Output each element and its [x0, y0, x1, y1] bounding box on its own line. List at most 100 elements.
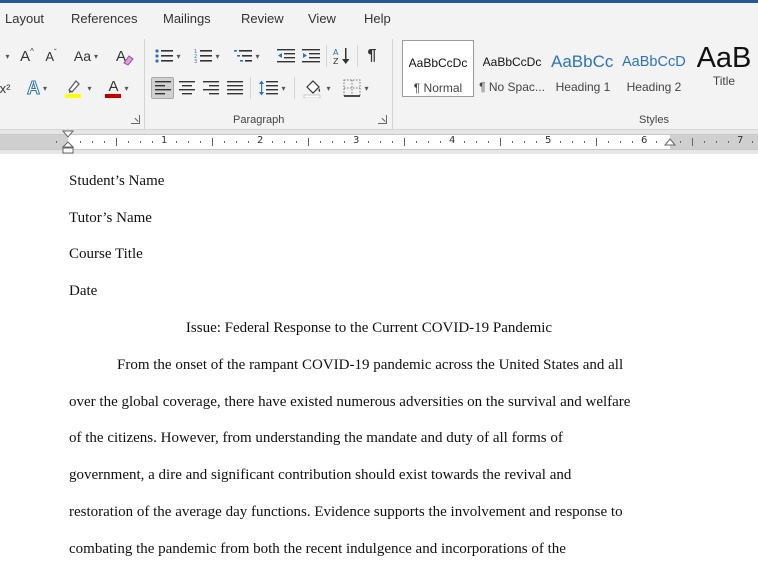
multilevel-list-icon	[234, 50, 253, 62]
ruler-tick	[116, 138, 117, 146]
ruler-tick	[140, 141, 141, 143]
ruler-tick	[404, 138, 405, 146]
paint-bucket-icon	[304, 80, 321, 98]
style-normal-preview: AaBbCcDc	[408, 56, 468, 70]
horizontal-ruler[interactable]: 1 2 3 4 5 6 7	[0, 134, 758, 150]
ruler-tick	[212, 138, 213, 146]
ruler-tick	[368, 141, 369, 143]
group-divider	[144, 39, 145, 129]
paragraph-group-label: Paragraph	[233, 114, 285, 126]
ruler-tick	[620, 141, 621, 143]
multilevel-list-button[interactable]: ▾	[230, 45, 264, 67]
font-color-button[interactable]: A ▾	[101, 77, 133, 99]
ruler-tick	[512, 141, 513, 143]
font-color-icon: A	[105, 79, 122, 98]
grow-font-icon: A	[20, 47, 31, 65]
shading-button[interactable]: ▾	[300, 77, 334, 99]
ruler-number: 4	[449, 135, 456, 146]
clear-formatting-icon: A	[116, 48, 134, 66]
tab-view[interactable]: View	[308, 11, 336, 26]
tab-layout[interactable]: Layout	[5, 11, 44, 26]
ruler-tick	[596, 138, 597, 146]
ruler-tick	[284, 141, 285, 143]
tab-mailings[interactable]: Mailings	[163, 11, 211, 26]
menu-bar: Layout References Mailings Review View H…	[0, 3, 758, 33]
decrease-indent-icon	[277, 49, 295, 63]
sort-button[interactable]: A Z	[331, 45, 353, 67]
ruler-tick	[320, 141, 321, 143]
ruler-tick	[272, 141, 273, 143]
paragraph-divider	[250, 77, 251, 99]
ruler-tick	[200, 141, 201, 143]
ruler-tick	[608, 141, 609, 143]
change-case-button[interactable]: Aa ▾	[70, 45, 102, 67]
style-title[interactable]: AaB Title	[690, 40, 758, 97]
ruler-tick	[344, 141, 345, 143]
align-left-button[interactable]	[151, 77, 174, 99]
justify-button[interactable]	[224, 77, 246, 99]
align-right-button[interactable]	[200, 77, 222, 99]
ruler-tick	[500, 138, 501, 146]
text-effects-icon: A	[26, 77, 40, 98]
align-center-button[interactable]	[176, 77, 198, 99]
highlight-color-button[interactable]: ▾	[61, 77, 95, 99]
ruler-number: 3	[353, 135, 360, 146]
ruler-tick	[704, 141, 705, 143]
font-dialog-launcher[interactable]	[131, 115, 140, 124]
document-page[interactable]: Student’s Name Tutor’s Name Course Title…	[0, 154, 758, 572]
grow-font-button[interactable]: A ^	[17, 45, 37, 67]
borders-button[interactable]: ▾	[338, 77, 374, 99]
align-right-icon	[203, 81, 219, 95]
indent-markers[interactable]	[62, 130, 74, 154]
justify-icon	[227, 81, 243, 95]
style-heading-1-preview: AaBbCc	[551, 52, 614, 71]
text-effects-button[interactable]: A ▾	[21, 77, 53, 99]
right-indent-marker[interactable]	[664, 136, 676, 150]
tab-review[interactable]: Review	[241, 11, 284, 26]
increase-indent-button[interactable]	[300, 45, 322, 67]
ruler-number: 7	[737, 135, 744, 146]
paragraph-line: over the global coverage, there have exi…	[69, 394, 631, 410]
shrink-font-button[interactable]: Aˇ	[41, 45, 61, 67]
clear-formatting-button[interactable]: A	[113, 45, 135, 67]
ruler-tick	[428, 141, 429, 143]
paragraph-line: government, a dire and significant contr…	[69, 467, 572, 483]
ruler-tick	[656, 141, 657, 143]
style-heading-2-preview: AaBbCcD	[622, 54, 686, 70]
show-formatting-marks-button[interactable]: ¶	[361, 45, 383, 67]
group-divider	[392, 39, 393, 129]
ribbon: ▾ A ^ Aˇ Aa ▾ A x² A ▾ ▾ A ▾ ▾ 1 2 3 ▾ ▾…	[0, 33, 758, 130]
paragraph-dialog-launcher[interactable]	[378, 115, 387, 124]
bullets-button[interactable]: ▾	[151, 45, 185, 67]
ruler-tick	[392, 141, 393, 143]
style-heading-2[interactable]: AaBbCcD Heading 2	[620, 40, 688, 97]
ruler-tick	[236, 141, 237, 143]
ruler-tick	[632, 141, 633, 143]
tab-help[interactable]: Help	[364, 11, 391, 26]
tab-references[interactable]: References	[71, 11, 137, 26]
font-size-dropdown[interactable]: ▾	[0, 47, 12, 65]
svg-text:3: 3	[194, 59, 197, 64]
shrink-font-icon: A	[45, 48, 54, 64]
ruler-tick	[332, 141, 333, 143]
numbering-button[interactable]: 1 2 3 ▾	[190, 45, 224, 67]
bullets-icon	[155, 49, 174, 63]
style-heading-1[interactable]: AaBbCc Heading 1	[548, 40, 618, 97]
paragraph-line: combating the pandemic from both the rec…	[69, 541, 566, 557]
line-spacing-button[interactable]: ▾	[254, 77, 290, 99]
course-title-line: Course Title	[69, 246, 143, 262]
style-normal[interactable]: AaBbCcDc ¶ Normal	[402, 40, 474, 97]
ruler-number: 6	[641, 135, 648, 146]
student-name-line: Student’s Name	[69, 173, 165, 189]
ruler-left-margin	[0, 135, 68, 149]
style-no-spacing-preview: AaBbCcDc	[482, 55, 542, 69]
ruler-tick	[728, 141, 729, 143]
paragraph-divider	[357, 45, 358, 67]
superscript-icon: x²	[0, 80, 11, 96]
decrease-indent-button[interactable]	[275, 45, 297, 67]
superscript-button[interactable]: x²	[0, 77, 10, 99]
style-heading-2-label: Heading 2	[626, 80, 682, 94]
paragraph-line: of the citizens. However, from understan…	[69, 430, 563, 446]
ruler-tick	[524, 141, 525, 143]
style-no-spacing[interactable]: AaBbCcDc ¶ No Spac...	[476, 40, 548, 97]
